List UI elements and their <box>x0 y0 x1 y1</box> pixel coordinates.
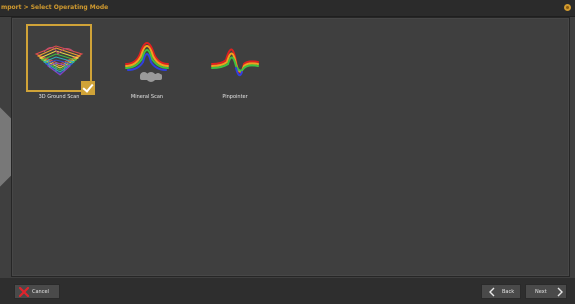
mode-mineral-scan[interactable]: Mineral Scan <box>114 24 180 100</box>
mode-label: Pinpointer <box>222 94 248 100</box>
mode-pinpointer[interactable]: Pinpointer <box>202 24 268 100</box>
title-bar: mport > Select Operating Mode <box>0 0 575 17</box>
next-button[interactable]: Next <box>525 284 567 299</box>
close-x-icon <box>19 287 29 297</box>
chevron-left-icon <box>489 287 495 297</box>
back-button[interactable]: Back <box>481 284 521 299</box>
breadcrumb: mport > Select Operating Mode <box>1 4 109 11</box>
mode-3d-ground-scan[interactable]: 3D Ground Scan <box>26 24 95 100</box>
cancel-label: Cancel <box>32 289 49 295</box>
checkmark-icon <box>81 81 95 95</box>
cancel-button[interactable]: Cancel <box>14 284 60 299</box>
back-label: Back <box>502 289 515 295</box>
chevron-right-icon <box>557 287 563 297</box>
mode-label: Mineral Scan <box>130 94 164 100</box>
mode-selection-panel: 3D Ground Scan Mineral Scan Pinpointer <box>11 17 570 277</box>
next-label: Next <box>535 289 547 295</box>
mode-label: 3D Ground Scan <box>38 94 80 100</box>
pinpointer-icon <box>211 48 259 77</box>
mineral-scan-icon <box>125 42 169 82</box>
close-icon[interactable] <box>564 4 571 11</box>
